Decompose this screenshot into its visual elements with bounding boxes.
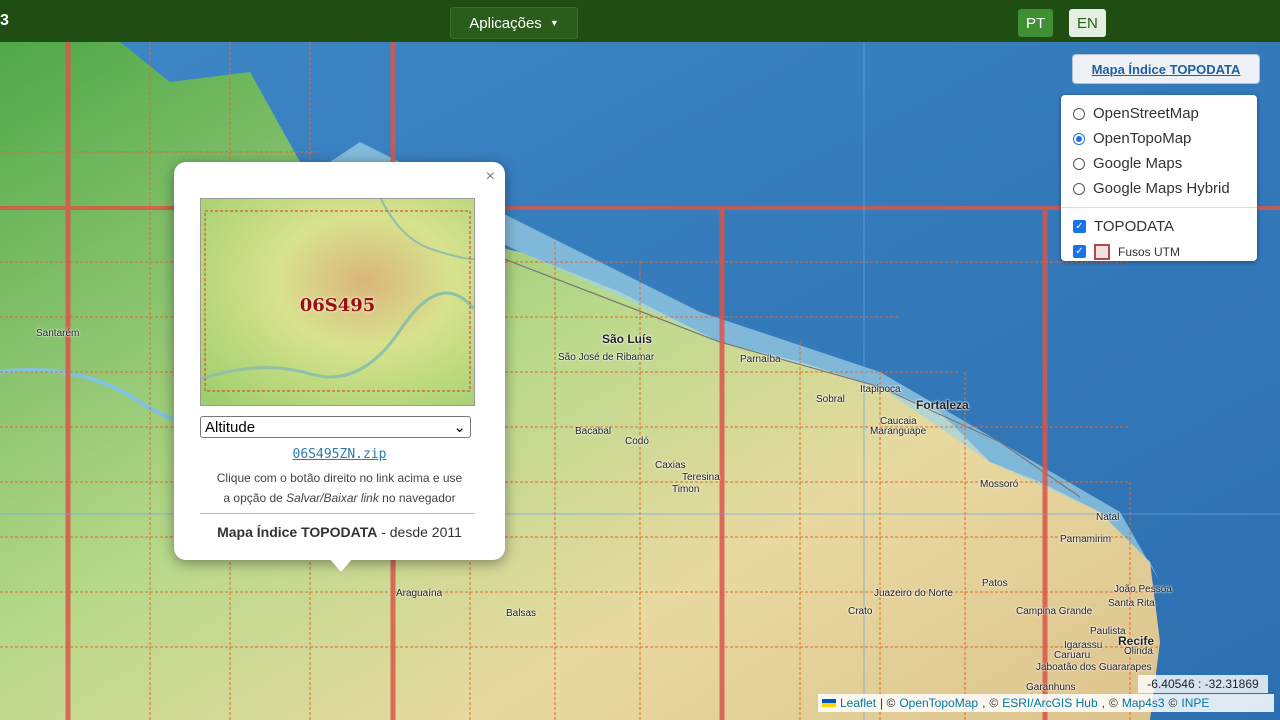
hint-line-1: Clique com o botão direito no link acima… (216, 471, 463, 485)
layer-label: Google Maps Hybrid (1093, 180, 1230, 197)
layer-google-maps-hybrid[interactable]: Google Maps Hybrid (1061, 176, 1257, 201)
applications-label: Aplicações (469, 14, 542, 32)
place-label: Campina Grande (1016, 606, 1093, 617)
layer-opentopomap[interactable]: OpenTopoMap (1061, 126, 1257, 151)
layer-google-maps[interactable]: Google Maps (1061, 151, 1257, 176)
inpe-link[interactable]: INPE (1181, 696, 1209, 710)
layer-openstreetmap[interactable]: OpenStreetMap (1061, 101, 1257, 126)
layer-control: OpenStreetMap OpenTopoMap Google Maps Go… (1061, 95, 1257, 261)
topodata-index-button[interactable]: Mapa Índice TOPODATA (1072, 54, 1260, 84)
layer-label: OpenStreetMap (1093, 105, 1199, 122)
popup-divider (200, 513, 475, 514)
zip-download-link[interactable]: 06S495ZN.zip (174, 447, 505, 462)
caret-down-icon: ▼ (549, 18, 559, 28)
place-label: Bacabal (575, 426, 612, 437)
radio-icon[interactable] (1073, 107, 1085, 120)
place-label: Fortaleza (916, 398, 969, 412)
place-label: Caxias (655, 460, 686, 471)
map4s3-link[interactable]: Map4s3 (1122, 696, 1165, 710)
checkbox-checked-icon[interactable]: ✓ (1073, 245, 1086, 258)
radio-icon[interactable] (1073, 157, 1085, 170)
layer-type-select[interactable]: Altitude ⌄ (200, 416, 471, 438)
popup-footer: Mapa Índice TOPODATA - desde 2011 (217, 524, 462, 540)
radio-icon[interactable] (1073, 182, 1085, 195)
place-label: Mossoró (980, 479, 1019, 490)
esri-link[interactable]: ESRI/ArcGIS Hub (1002, 696, 1097, 710)
select-value: Altitude (205, 418, 256, 436)
popup-tip (329, 558, 353, 572)
place-label: Santa Rita (1108, 598, 1155, 609)
tile-preview-image: 06S495 (200, 198, 475, 406)
place-label: Codó (625, 436, 649, 447)
place-label: São José de Ribamar (558, 352, 655, 363)
place-label: Itapipoca (860, 384, 901, 395)
place-label: Garanhuns (1026, 682, 1076, 693)
place-label: São Luís (602, 332, 653, 346)
place-label: Maranguape (870, 426, 927, 437)
place-label: João Pessoa (1114, 584, 1172, 595)
download-hint: Clique com o botão direito no link acima… (194, 468, 485, 508)
place-label: Natal (1096, 512, 1120, 523)
close-icon[interactable]: × (486, 168, 495, 186)
place-label: Parnamirim (1060, 534, 1112, 545)
overlay-label: TOPODATA (1094, 218, 1175, 235)
place-label: Araguaína (396, 588, 443, 599)
place-label: Sobral (816, 394, 845, 405)
checkbox-checked-icon[interactable]: ✓ (1073, 220, 1086, 233)
leaflet-link[interactable]: Leaflet (840, 696, 876, 710)
overlay-topodata[interactable]: ✓ TOPODATA (1061, 214, 1257, 239)
place-label: Caruaru (1054, 650, 1091, 661)
place-label: Patos (982, 578, 1008, 589)
overlay-label: Fusos UTM (1118, 244, 1181, 259)
tile-code-label: 06S495 (299, 295, 376, 316)
place-label: Timon (672, 484, 700, 495)
place-label: Balsas (506, 608, 537, 619)
tile-popup: × 06S495 Altitude ⌄ 06S495ZN.zip Clique … (174, 162, 505, 572)
place-label: Juazeiro do Norte (874, 588, 953, 599)
ukraine-flag-icon (822, 699, 836, 707)
lang-pt-button[interactable]: PT (1018, 9, 1054, 37)
layer-label: Google Maps (1093, 155, 1183, 172)
chevron-down-icon: ⌄ (453, 419, 466, 436)
attribution-bar: Leaflet | © OpenTopoMap, © ESRI/ArcGIS H… (818, 694, 1274, 712)
brand-fragment: 3 (0, 12, 9, 29)
place-label: Olinda (1124, 646, 1153, 657)
applications-dropdown[interactable]: Aplicações ▼ (450, 7, 578, 39)
place-label: Crato (848, 606, 873, 617)
radio-selected-icon[interactable] (1073, 132, 1085, 145)
utm-swatch-icon (1094, 243, 1110, 260)
opentopomap-link[interactable]: OpenTopoMap (899, 696, 978, 710)
place-label: Parnaíba (740, 354, 781, 365)
layer-label: OpenTopoMap (1093, 130, 1192, 147)
layer-separator (1061, 207, 1257, 208)
place-label: Teresina (682, 472, 720, 483)
overlay-fusos-utm[interactable]: ✓ Fusos UTM (1061, 239, 1257, 261)
coordinates-readout: -6.40546 : -32.31869 (1138, 675, 1268, 693)
lang-en-button[interactable]: EN (1069, 9, 1106, 37)
place-label: Santarém (36, 328, 80, 339)
place-label: Jaboatão dos Guararapes (1036, 662, 1152, 673)
top-navbar: 3 Aplicações ▼ PT EN (0, 0, 1280, 42)
hint-line-2: a opção de Salvar/Baixar link no navegad… (223, 491, 456, 505)
attribution-separator: | © (880, 696, 896, 710)
